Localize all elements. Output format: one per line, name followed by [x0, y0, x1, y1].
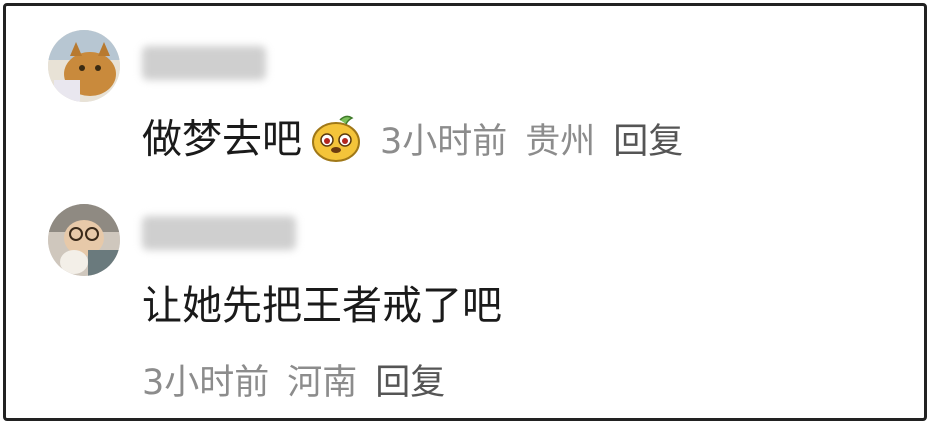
comment-location: 贵州 — [525, 121, 596, 162]
dog-face-sticker-icon — [310, 114, 362, 169]
comment-location: 河南 — [287, 363, 358, 403]
comment-text-row: 做梦去吧 3小时前 贵州 回复 — [142, 114, 683, 169]
username-blurred[interactable] — [142, 216, 296, 250]
avatar[interactable] — [48, 204, 120, 276]
comment-meta: 3小时前 河南 回复 — [142, 366, 445, 401]
reply-button[interactable]: 回复 — [613, 122, 683, 162]
comment-meta: 3小时前 贵州 回复 — [380, 122, 683, 162]
comment-text: 做梦去吧 — [142, 116, 302, 163]
avatar[interactable] — [48, 30, 120, 102]
comment-time: 3小时前 — [142, 363, 270, 403]
username-blurred[interactable] — [142, 46, 266, 80]
comment-time: 3小时前 — [380, 121, 508, 162]
comment-text: 让她先把王者戒了吧 — [142, 283, 502, 329]
reply-button[interactable]: 回复 — [375, 363, 445, 403]
comment-list: 做梦去吧 3小时前 贵州 回复 让她先把王者戒了吧 3小时前 河南 回复 — [3, 3, 927, 421]
